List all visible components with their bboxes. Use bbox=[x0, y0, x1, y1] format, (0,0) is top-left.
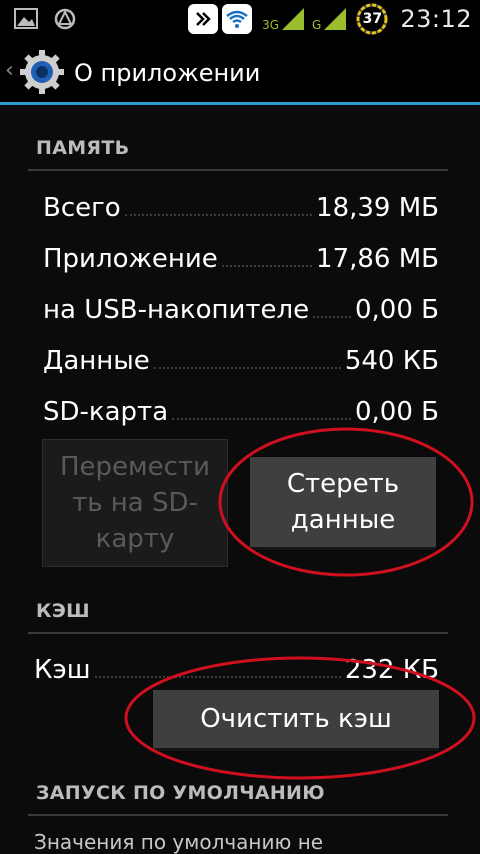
dotted-leader bbox=[153, 367, 341, 369]
memory-row-usb: на USB-накопителе 0,00 Б bbox=[43, 285, 439, 325]
action-bar: ‹ О приложении bbox=[0, 38, 480, 104]
button-label-line: Стереть bbox=[286, 469, 400, 499]
signal-g-icon: G bbox=[312, 7, 348, 31]
button-label-line: Перемести bbox=[60, 452, 210, 482]
section-divider bbox=[28, 632, 448, 634]
button-label-line: данные bbox=[290, 505, 396, 535]
memory-row-total: Всего 18,39 МБ bbox=[43, 183, 439, 223]
page-title: О приложении bbox=[74, 59, 261, 87]
row-value: 0,00 Б bbox=[355, 295, 439, 325]
settings-gear-icon[interactable] bbox=[18, 48, 66, 96]
row-value: 18,39 МБ bbox=[316, 193, 439, 223]
row-value: 17,86 МБ bbox=[316, 244, 439, 274]
notification-icons bbox=[14, 7, 78, 31]
memory-row-app: Приложение 17,86 МБ bbox=[43, 234, 439, 274]
dotted-leader bbox=[172, 418, 351, 420]
button-label-line: карту bbox=[95, 524, 175, 554]
image-icon bbox=[14, 8, 38, 29]
memory-row-sdcard: SD-карта 0,00 Б bbox=[43, 387, 439, 427]
section-divider bbox=[28, 814, 448, 816]
row-label: Данные bbox=[43, 346, 150, 376]
app-info-content: ПАМЯТЬ Всего 18,39 МБ Приложение 17,86 М… bbox=[0, 105, 480, 854]
back-chevron-icon[interactable]: ‹ bbox=[5, 58, 14, 83]
signal-3g-icon: 3G bbox=[262, 7, 306, 31]
wifi-icon bbox=[222, 4, 253, 34]
row-label: Приложение bbox=[43, 244, 218, 274]
battery-icon: 37 bbox=[356, 3, 388, 35]
row-value: 0,00 Б bbox=[355, 397, 439, 427]
battery-level: 37 bbox=[362, 11, 383, 27]
dotted-leader bbox=[124, 214, 313, 216]
row-label: SD-карта bbox=[43, 397, 169, 427]
dotted-leader bbox=[94, 676, 341, 678]
row-label: Кэш bbox=[34, 655, 91, 685]
button-label-line: ть на SD- bbox=[72, 488, 198, 518]
row-label: на USB-накопителе bbox=[43, 295, 310, 325]
status-bar: 3G G 37 23:12 bbox=[0, 0, 480, 38]
clock: 23:12 bbox=[400, 5, 472, 33]
row-value: 232 КБ bbox=[344, 655, 439, 685]
defaults-section-title: ЗАПУСК ПО УМОЛЧАНИЮ bbox=[36, 782, 325, 804]
row-value: 540 КБ bbox=[344, 346, 439, 376]
row-label: Всего bbox=[43, 193, 121, 223]
sync-icon bbox=[54, 8, 76, 30]
memory-section-title: ПАМЯТЬ bbox=[36, 137, 130, 159]
dotted-leader bbox=[221, 265, 313, 267]
system-icons: 3G G 37 23:12 bbox=[188, 2, 472, 36]
clear-data-button[interactable]: Стереть данные bbox=[250, 457, 436, 547]
clear-cache-button[interactable]: Очистить кэш bbox=[153, 690, 439, 748]
memory-row-data: Данные 540 КБ bbox=[43, 336, 439, 376]
rotate-icon bbox=[188, 4, 219, 34]
move-to-sd-button[interactable]: Перемести ть на SD- карту bbox=[42, 439, 228, 567]
cache-row: Кэш 232 КБ bbox=[34, 645, 439, 685]
section-divider bbox=[28, 169, 448, 171]
cache-section-title: КЭШ bbox=[36, 600, 90, 622]
dotted-leader bbox=[313, 316, 351, 318]
defaults-description: Значения по умолчанию не bbox=[34, 830, 324, 854]
